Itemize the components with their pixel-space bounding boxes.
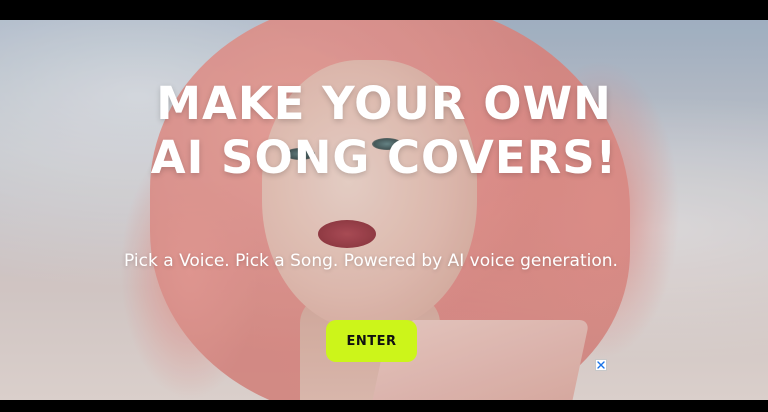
close-icon [597,361,605,369]
hero-headline-line2: AI SONG COVERS! [150,131,618,184]
hero-subheadline: Pick a Voice. Pick a Song. Powered by AI… [124,251,618,271]
bottom-letterbox [0,400,768,412]
app-frame: MAKE YOUR OWN AI SONG COVERS! Pick a Voi… [0,0,768,412]
hero-headline: MAKE YOUR OWN AI SONG COVERS! [0,77,768,185]
ad-close-button[interactable] [595,359,607,371]
top-letterbox [0,0,768,20]
enter-button[interactable]: ENTER [326,320,417,362]
hero-headline-line1: MAKE YOUR OWN [156,77,612,130]
